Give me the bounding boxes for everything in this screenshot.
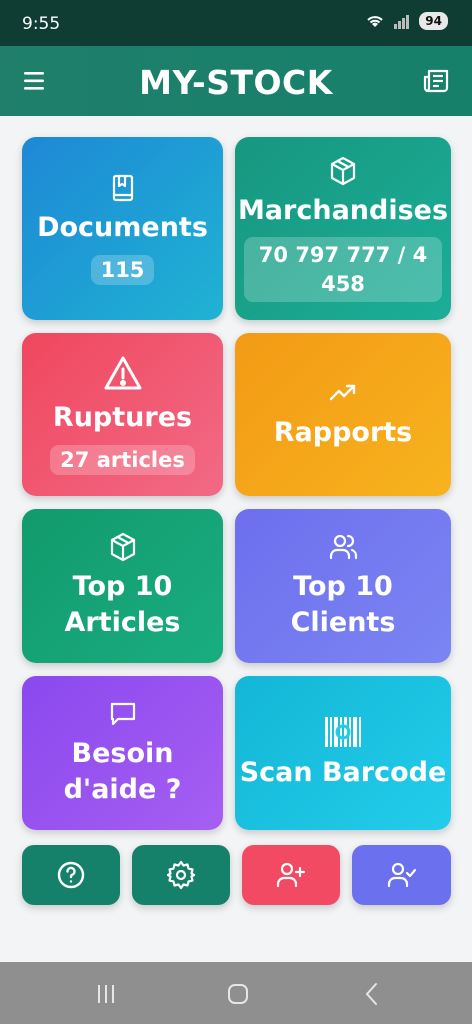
documents-label: Documents <box>37 212 208 244</box>
documents-tile[interactable]: Documents 115 <box>22 137 223 320</box>
book-icon <box>112 175 133 202</box>
marchandises-label: Marchandises <box>237 194 449 226</box>
status-bar: 9:55 94 <box>0 0 472 46</box>
settings-button[interactable] <box>132 845 230 905</box>
back-icon[interactable] <box>358 980 386 1008</box>
ruptures-tile[interactable]: Ruptures 27 articles <box>22 333 223 496</box>
user-check-icon <box>387 862 416 888</box>
warning-icon <box>104 356 141 390</box>
documents-count-badge: 115 <box>90 254 155 285</box>
top-clients-tile[interactable]: Top 10 Clients <box>235 509 451 663</box>
newspaper-icon[interactable] <box>422 66 452 96</box>
top-articles-label-line1: Top 10 <box>72 570 173 602</box>
app-bar: MY-STOCK <box>0 46 472 116</box>
top-articles-tile[interactable]: Top 10 Articles <box>22 509 223 663</box>
scan-barcode-tile[interactable]: Scan Barcode <box>235 676 451 830</box>
box-icon <box>110 532 135 561</box>
add-user-button[interactable] <box>242 845 340 905</box>
marchandises-value-badge: 70 797 777 / 4 458 <box>244 237 442 303</box>
top-clients-label-line1: Top 10 <box>293 570 393 602</box>
signal-icon <box>394 15 410 29</box>
ruptures-count-badge: 27 articles <box>50 444 195 475</box>
user-check-button[interactable] <box>352 845 451 905</box>
top-clients-label-line2: Clients <box>290 607 396 638</box>
barcode-icon <box>325 716 361 747</box>
help-circle-icon <box>57 861 85 889</box>
marchandises-tile[interactable]: Marchandises 70 797 777 / 4 458 <box>235 137 451 320</box>
scan-barcode-label: Scan Barcode <box>239 756 447 788</box>
top-articles-label-line2: Articles <box>64 607 181 638</box>
user-plus-icon <box>276 862 306 888</box>
app-title: MY-STOCK <box>139 63 333 102</box>
system-nav-bar <box>0 962 472 1024</box>
rapports-label: Rapports <box>273 417 413 449</box>
rapports-tile[interactable]: Rapports <box>235 333 451 496</box>
besoin-aide-label-line1: Besoin <box>71 737 174 769</box>
battery-indicator: 94 <box>419 12 448 30</box>
home-icon[interactable] <box>224 980 252 1008</box>
besoin-aide-label-line2: d'aide ? <box>63 774 182 805</box>
recent-apps-icon[interactable] <box>92 980 120 1008</box>
chat-icon <box>110 702 135 725</box>
help-button[interactable] <box>22 845 120 905</box>
status-icons: 94 <box>365 12 448 30</box>
besoin-aide-tile[interactable]: Besoin d'aide ? <box>22 676 223 830</box>
ruptures-label: Ruptures <box>52 402 193 434</box>
status-time: 9:55 <box>22 14 61 34</box>
gear-icon <box>166 860 196 890</box>
wifi-icon <box>367 16 383 27</box>
users-icon <box>329 534 358 559</box>
box-icon <box>330 156 356 186</box>
trending-up-icon <box>329 385 356 401</box>
